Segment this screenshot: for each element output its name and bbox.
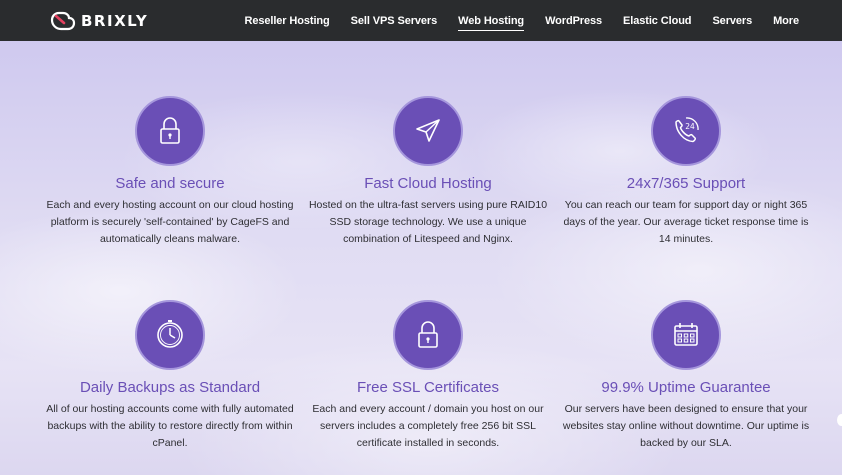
logo-text: BRIXLY xyxy=(81,12,149,30)
feature-title: Daily Backups as Standard xyxy=(79,379,261,396)
feature-fast-cloud-hosting: Fast Cloud Hosting Hosted on the ultra-f… xyxy=(299,96,557,248)
feature-daily-backups: Daily Backups as Standard All of our hos… xyxy=(41,300,299,452)
feature-description: All of our hosting accounts come with fu… xyxy=(46,403,294,449)
feature-icon-circle xyxy=(135,96,205,166)
calendar-icon xyxy=(674,323,698,346)
brand-logo[interactable]: BRIXLY xyxy=(50,9,148,33)
feature-description: Each and every hosting account on our cl… xyxy=(46,199,294,245)
feature-title: 99.9% Uptime Guarantee xyxy=(601,379,771,396)
feature-icon-circle xyxy=(393,96,463,166)
nav-wordpress[interactable]: WordPress xyxy=(545,11,602,31)
svg-text:24: 24 xyxy=(685,122,695,131)
feature-uptime-guarantee: 99.9% Uptime Guarantee Our servers have … xyxy=(557,300,815,452)
nav-sell-vps-servers[interactable]: Sell VPS Servers xyxy=(351,11,438,31)
paper-plane-icon xyxy=(416,119,440,142)
lock-icon xyxy=(418,321,438,348)
scroll-indicator xyxy=(837,414,842,426)
feature-title: 24x7/365 Support xyxy=(626,175,746,192)
nav-web-hosting[interactable]: Web Hosting xyxy=(458,11,524,31)
feature-description: Hosted on the ultra-fast servers using p… xyxy=(308,199,548,245)
feature-icon-circle: 24 xyxy=(651,96,721,166)
feature-free-ssl: Free SSL Certificates Each and every acc… xyxy=(299,300,557,452)
brixly-logo-icon xyxy=(50,11,76,31)
clock-icon xyxy=(157,320,183,348)
feature-title: Fast Cloud Hosting xyxy=(364,175,492,192)
feature-24x7-support: 24 24x7/365 Support You can reach our te… xyxy=(557,96,815,248)
feature-description: Our servers have been designed to ensure… xyxy=(562,403,810,449)
feature-description: You can reach our team for support day o… xyxy=(563,199,809,245)
nav-more[interactable]: More xyxy=(773,11,799,31)
phone-24-icon: 24 xyxy=(675,117,699,143)
feature-icon-circle xyxy=(135,300,205,370)
main-menu: Reseller Hosting Sell VPS Servers Web Ho… xyxy=(244,0,799,41)
feature-icon-circle xyxy=(651,300,721,370)
nav-servers[interactable]: Servers xyxy=(712,11,752,31)
nav-reseller-hosting[interactable]: Reseller Hosting xyxy=(244,11,329,31)
feature-title: Free SSL Certificates xyxy=(357,379,499,396)
feature-title: Safe and secure xyxy=(115,175,225,192)
lock-icon xyxy=(160,117,180,144)
feature-icon-circle xyxy=(393,300,463,370)
feature-safe-and-secure: Safe and secure Each and every hosting a… xyxy=(41,96,299,248)
nav-elastic-cloud[interactable]: Elastic Cloud xyxy=(623,11,691,31)
top-navigation-bar: BRIXLY Reseller Hosting Sell VPS Servers… xyxy=(0,0,842,41)
feature-description: Each and every account / domain you host… xyxy=(312,403,544,449)
